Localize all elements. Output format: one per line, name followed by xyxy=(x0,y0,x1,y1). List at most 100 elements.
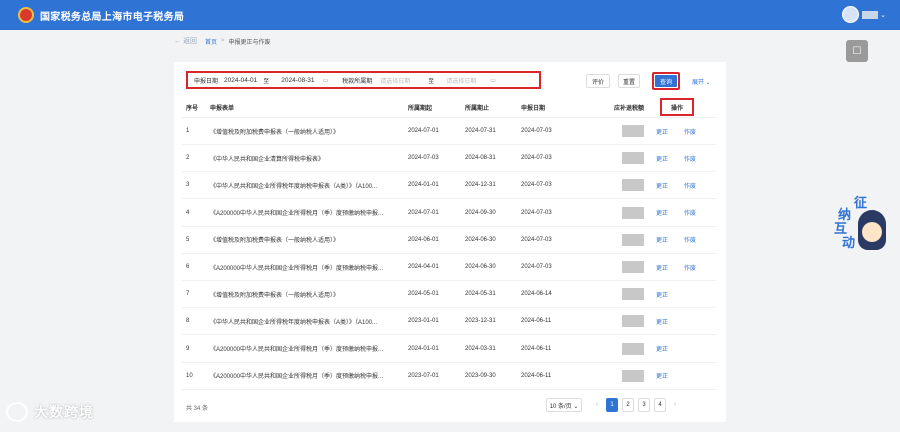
row-declare-date: 2024-07-03 xyxy=(521,236,552,243)
user-menu[interactable]: ⌄ xyxy=(842,6,886,23)
period-range-to-label: 至 xyxy=(428,78,435,85)
row-period-start: 2023-01-01 xyxy=(408,318,439,325)
row-declare-date: 2024-07-03 xyxy=(521,128,552,134)
correct-link[interactable]: 更正 xyxy=(656,371,668,380)
page-size-select[interactable]: 10 条/页 ⌄ xyxy=(546,398,582,412)
row-period-start: 2024-07-03 xyxy=(408,155,439,162)
page-4-button[interactable]: 4 xyxy=(654,398,666,412)
tax-period-start-input[interactable]: 请选择日期 xyxy=(380,76,410,85)
row-index: 1 xyxy=(186,128,190,134)
back-button[interactable]: ← 返回 xyxy=(174,36,197,46)
row-index: 3 xyxy=(186,182,190,189)
table-row: 1 《增值税及附加税费申报表（一般纳税人适用）》 2024-07-01 2024-07… xyxy=(182,118,716,145)
row-period-start: 2023-07-01 xyxy=(408,372,439,379)
reset-button[interactable]: 重置 xyxy=(618,74,640,88)
correct-link[interactable]: 更正 xyxy=(656,208,668,217)
void-link[interactable]: 作废 xyxy=(684,235,696,244)
table-row: 5 《增值税及附加税费申报表（一般纳税人适用）》 2024-06-01 2024-06… xyxy=(182,227,716,254)
user-avatar-icon[interactable] xyxy=(842,6,860,23)
correct-link[interactable]: 更正 xyxy=(656,154,668,163)
chevron-down-icon[interactable]: ⌄ xyxy=(880,11,886,19)
calendar-icon[interactable]: ▭ xyxy=(323,77,329,84)
row-period-end: 2024-05-31 xyxy=(465,291,496,298)
user-name-masked[interactable] xyxy=(862,10,879,19)
row-period-end: 2024-07-31 xyxy=(465,128,496,134)
correct-link[interactable]: 更正 xyxy=(656,263,668,272)
page-2-button[interactable]: 2 xyxy=(622,398,634,412)
col-header-period-end: 所属期止 xyxy=(465,106,490,112)
row-period-end: 2024-09-30 xyxy=(465,209,496,216)
tax-period-end-input[interactable]: 请选择日期 xyxy=(446,76,476,85)
row-index: 5 xyxy=(186,236,190,243)
declare-date-start-input[interactable]: 2024-04-01 xyxy=(224,77,257,84)
expand-filters-link[interactable]: 展开 ⌄ xyxy=(692,77,711,86)
row-period-start: 2024-05-01 xyxy=(408,291,439,298)
side-tool-button[interactable]: ☐ xyxy=(846,40,868,62)
correct-link[interactable]: 更正 xyxy=(656,181,668,190)
query-button[interactable]: 查询 xyxy=(655,75,677,87)
table-row: 10 《A200000中华人民共和国企业所得税月（季）度预缴纳税申报... 2023… xyxy=(182,363,716,390)
main-card: 申报日期 2024-04-01 至 2024-08-31 ▭ 税款所属期 请选择… xyxy=(174,62,726,422)
evaluate-button[interactable]: 评价 xyxy=(586,74,610,88)
row-declare-date: 2024-07-03 xyxy=(521,182,552,189)
correct-link[interactable]: 更正 xyxy=(656,344,668,353)
row-form-name: 《A200000中华人民共和国企业所得税月（季）度预缴纳税申报... xyxy=(210,347,384,354)
row-index: 8 xyxy=(186,318,190,325)
row-declare-date: 2024-06-11 xyxy=(521,345,552,352)
table-row: 4 《A200000中华人民共和国企业所得税月（季）度预缴纳税申报... 2024-… xyxy=(182,200,716,227)
correct-link[interactable]: 更正 xyxy=(656,235,668,244)
mascot-char-4: 动 xyxy=(842,235,856,250)
row-period-end: 2024-06-30 xyxy=(465,264,496,270)
void-link[interactable]: 作废 xyxy=(684,263,696,272)
void-link[interactable]: 作废 xyxy=(684,208,696,217)
row-declare-date: 2024-06-11 xyxy=(521,318,552,325)
row-form-name: 《中华人民共和国企业所得税年度纳税申报表（A类）》（A100... xyxy=(210,319,378,326)
row-period-start: 2024-01-01 xyxy=(408,182,439,189)
breadcrumb-current: 申报更正与作废 xyxy=(228,39,271,46)
void-link[interactable]: 作废 xyxy=(684,127,696,136)
page-1-button[interactable]: 1 xyxy=(606,398,618,412)
robot-icon: ☐ xyxy=(852,45,862,57)
row-form-name: 《增值税及附加税费申报表（一般纳税人适用）》 xyxy=(210,292,340,299)
breadcrumb-home-link[interactable]: 首页 xyxy=(205,37,217,46)
row-index: 10 xyxy=(186,372,193,379)
void-link[interactable]: 作废 xyxy=(684,181,696,190)
table-row: 2 《中华人民共和国企业清算所得税申报表》 2024-07-03 2024-08-31… xyxy=(182,145,716,173)
declare-date-end-input[interactable]: 2024-08-31 xyxy=(281,77,314,84)
interaction-mascot[interactable]: 征 纳 互 动 xyxy=(834,194,892,256)
breadcrumb-separator: > xyxy=(220,38,225,44)
calendar-icon[interactable]: ▭ xyxy=(490,77,496,84)
page-3-button[interactable]: 3 xyxy=(638,398,650,412)
query-button-highlight[interactable]: 查询 xyxy=(652,72,680,90)
col-header-index: 序号 xyxy=(186,106,199,112)
row-index: 2 xyxy=(186,155,190,162)
row-period-end: 2024-12-31 xyxy=(465,182,496,189)
row-index: 6 xyxy=(186,264,190,270)
filter-bar: 申报日期 2024-04-01 至 2024-08-31 ▭ 税款所属期 请选择… xyxy=(186,71,541,89)
row-declare-date: 2024-07-03 xyxy=(521,155,552,162)
breadcrumb: ← 返回 首页 > 申报更正与作废 xyxy=(174,36,271,46)
mascot-avatar-icon xyxy=(858,210,886,250)
row-period-end: 2024-08-31 xyxy=(465,155,496,162)
row-period-end: 2023-09-30 xyxy=(465,372,496,379)
table-row: 7 《增值税及附加税费申报表（一般纳税人适用）》 2024-05-01 2024-05… xyxy=(182,281,716,309)
next-page-icon[interactable]: › xyxy=(674,402,676,408)
table-row: 6 《A200000中华人民共和国企业所得税月（季）度预缴纳税申报... 2024-… xyxy=(182,254,716,281)
void-link[interactable]: 作废 xyxy=(684,154,696,163)
tax-period-label: 税款所属期 xyxy=(342,78,373,85)
row-period-start: 2024-07-01 xyxy=(408,128,439,134)
correct-link[interactable]: 更正 xyxy=(656,127,668,136)
row-amount-masked xyxy=(622,152,644,165)
date-range-to-label: 至 xyxy=(263,78,270,85)
row-amount-masked xyxy=(622,125,644,137)
watermark-logo-icon xyxy=(6,402,28,422)
watermark: 大数跨境 xyxy=(6,402,94,422)
table-header: 序号 申报表单 所属期起 所属期止 申报日期 应补退税额 操作 xyxy=(182,98,716,118)
prev-page-icon[interactable]: ‹ xyxy=(596,402,598,408)
row-index: 4 xyxy=(186,209,190,216)
correct-link[interactable]: 更正 xyxy=(656,317,668,326)
correct-link[interactable]: 更正 xyxy=(656,290,668,299)
total-count: 共 34 条 xyxy=(186,406,209,412)
row-amount-masked xyxy=(622,288,644,301)
row-amount-masked xyxy=(622,342,644,355)
